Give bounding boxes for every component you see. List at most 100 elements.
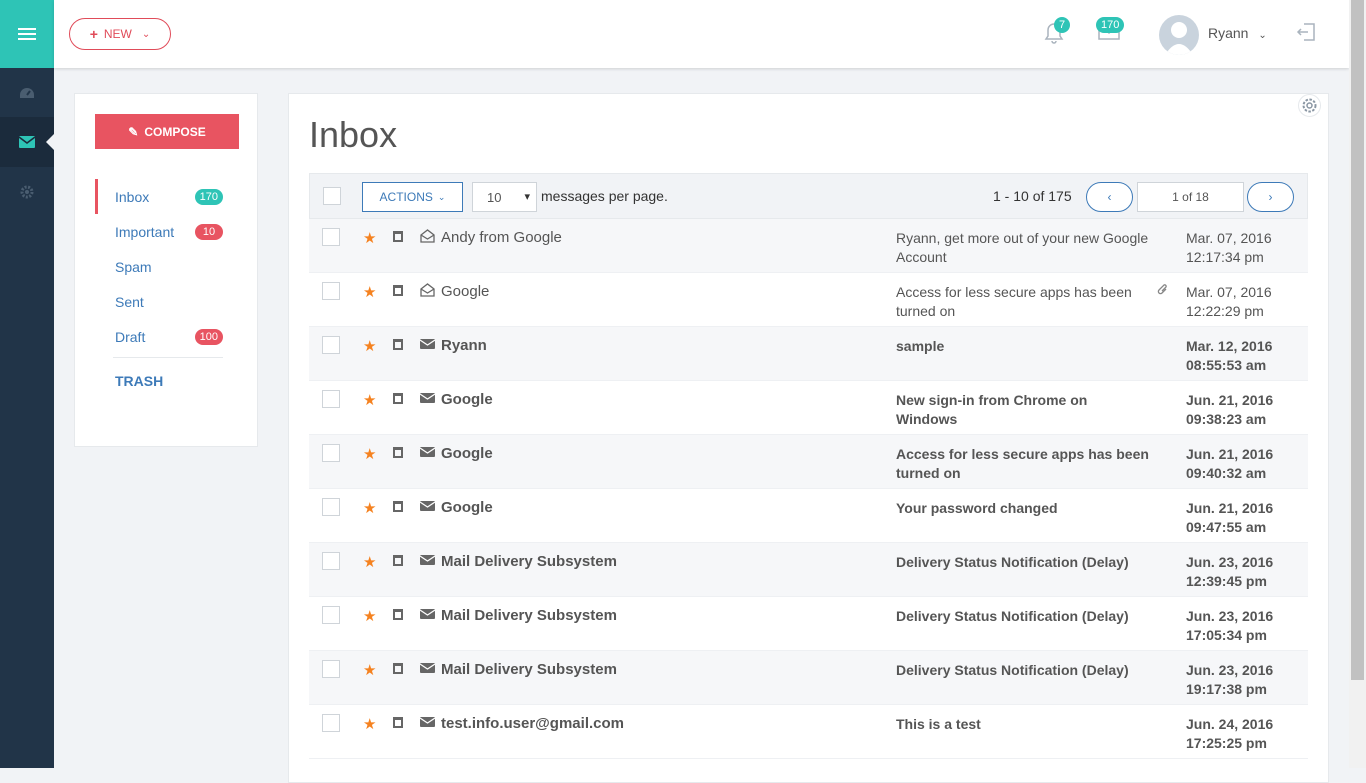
message-checkbox[interactable] [322, 390, 340, 408]
message-subject: Access for less secure apps has been tur… [896, 446, 1149, 481]
star-icon[interactable]: ★ [363, 607, 376, 625]
compose-button[interactable]: ✎ COMPOSE [95, 114, 239, 149]
user-menu[interactable]: Ryann ⌄ [1208, 25, 1267, 41]
envelope-icon [419, 555, 436, 565]
star-icon[interactable]: ★ [363, 283, 376, 301]
trash-icon[interactable] [393, 285, 403, 296]
envelope-icon [419, 501, 436, 511]
star-icon[interactable]: ★ [363, 553, 376, 571]
folder-draft[interactable]: Draft 100 [95, 319, 223, 354]
message-date-time: 12:17:34 pm [1186, 249, 1264, 265]
trash-icon[interactable] [393, 447, 403, 458]
message-date-day: Jun. 21, 2016 [1186, 446, 1274, 462]
trash-icon[interactable] [393, 339, 403, 350]
trash-icon[interactable] [393, 663, 403, 674]
message-row[interactable]: ★ Google Access for less secure apps has b… [309, 273, 1308, 327]
message-checkbox[interactable] [322, 660, 340, 678]
trash-icon[interactable] [393, 555, 403, 566]
message-subject: Delivery Status Notification (Delay) [896, 554, 1129, 570]
message-row[interactable]: ★ Google New sign-in from Chrome on Window… [309, 381, 1308, 435]
settings-nav-button[interactable] [0, 167, 54, 217]
star-icon[interactable]: ★ [363, 445, 376, 463]
messages-button[interactable]: 170 [1096, 17, 1125, 45]
folder-label: Draft [115, 328, 146, 345]
message-row[interactable]: ★ Google Access for less secure apps has b… [309, 435, 1308, 489]
select-all-checkbox[interactable] [323, 187, 341, 205]
new-button[interactable]: + NEW ⌄ [69, 18, 171, 50]
settings-button[interactable] [1298, 94, 1321, 117]
star-icon[interactable]: ★ [363, 391, 376, 409]
envelope-icon [419, 447, 436, 457]
message-row[interactable]: ★ Andy from Google Ryann, get more out of … [309, 219, 1308, 273]
trash-icon[interactable] [393, 393, 403, 404]
folder-label: Sent [115, 293, 144, 310]
message-date-day: Jun. 21, 2016 [1186, 500, 1274, 516]
trash-icon[interactable] [393, 717, 403, 728]
read-status [419, 607, 436, 625]
message-checkbox[interactable] [322, 336, 340, 354]
message-checkbox[interactable] [322, 444, 340, 462]
message-subject: sample [896, 338, 945, 354]
inbox-panel: Inbox ACTIONS ⌄ 10 messages per page. 1 … [288, 93, 1329, 783]
message-sender: Google [441, 391, 493, 408]
message-checkbox[interactable] [322, 282, 340, 300]
actions-dropdown[interactable]: ACTIONS ⌄ [362, 182, 463, 212]
notifications-button[interactable]: 7 [1044, 17, 1071, 49]
message-checkbox[interactable] [322, 606, 340, 624]
trash-icon[interactable] [393, 231, 403, 242]
hamburger-icon [18, 25, 36, 43]
envelope-icon [419, 717, 436, 727]
message-date: Jun. 24, 2016 17:25:25 pm [1186, 715, 1273, 753]
message-row[interactable]: ★ Mail Delivery Subsystem Delivery Status … [309, 543, 1308, 597]
envelope-icon [419, 609, 436, 619]
message-row[interactable]: ★ Ryann sample Mar. 12, 2016 08:55:53 am [309, 327, 1308, 381]
folder-spam[interactable]: Spam [95, 249, 223, 284]
message-checkbox[interactable] [322, 498, 340, 516]
envelope-icon [419, 663, 436, 673]
message-date-day: Mar. 07, 2016 [1186, 284, 1272, 300]
star-icon[interactable]: ★ [363, 229, 376, 247]
folder-important[interactable]: Important 10 [95, 214, 223, 249]
message-date-time: 09:38:23 am [1186, 411, 1267, 427]
message-row[interactable]: ★ Google Your password changed Jun. 21, 201… [309, 489, 1308, 543]
trash-icon[interactable] [393, 501, 403, 512]
message-row[interactable]: ★ Mail Delivery Subsystem Delivery Status … [309, 651, 1308, 705]
trash-icon[interactable] [393, 609, 403, 620]
star-icon[interactable]: ★ [363, 499, 376, 517]
per-page-select[interactable]: 10 [472, 182, 537, 212]
envelope-open-icon [420, 283, 435, 297]
message-date: Jun. 23, 2016 17:05:34 pm [1186, 607, 1273, 645]
page-number-input[interactable]: 1 of 18 [1137, 182, 1244, 212]
message-sender: Google [441, 445, 493, 462]
message-checkbox[interactable] [322, 714, 340, 732]
logout-button[interactable] [1296, 22, 1316, 47]
folder-trash[interactable]: TRASH [115, 373, 163, 389]
message-row[interactable]: ★ test.info.user@gmail.com This is a test J… [309, 705, 1308, 759]
star-icon[interactable]: ★ [363, 337, 376, 355]
message-checkbox[interactable] [322, 228, 340, 246]
message-date: Jun. 23, 2016 19:17:38 pm [1186, 661, 1273, 699]
actions-label: ACTIONS [379, 190, 433, 204]
notification-count-badge: 7 [1054, 17, 1071, 33]
message-sender: Mail Delivery Subsystem [441, 607, 617, 624]
message-date-time: 12:39:45 pm [1186, 573, 1267, 589]
message-date-day: Jun. 23, 2016 [1186, 608, 1274, 624]
page-scrollbar[interactable] [1349, 0, 1366, 768]
message-date: Jun. 21, 2016 09:38:23 am [1186, 391, 1273, 429]
next-page-button[interactable]: › [1247, 182, 1294, 212]
star-icon[interactable]: ★ [363, 661, 376, 679]
star-icon[interactable]: ★ [363, 715, 376, 733]
menu-toggle-button[interactable] [0, 0, 54, 68]
dashboard-nav-button[interactable] [0, 68, 54, 118]
folder-inbox[interactable]: Inbox 170 [95, 179, 223, 214]
prev-page-button[interactable]: ‹ [1086, 182, 1133, 212]
avatar[interactable] [1159, 15, 1199, 55]
mail-nav-button[interactable] [0, 117, 54, 167]
message-date: Jun. 21, 2016 09:47:55 am [1186, 499, 1273, 537]
scrollbar-thumb[interactable] [1351, 0, 1364, 680]
read-status [419, 337, 436, 355]
folder-sent[interactable]: Sent [95, 284, 223, 319]
message-checkbox[interactable] [322, 552, 340, 570]
pagination-range: 1 - 10 of 175 [993, 188, 1072, 204]
message-row[interactable]: ★ Mail Delivery Subsystem Delivery Status … [309, 597, 1308, 651]
